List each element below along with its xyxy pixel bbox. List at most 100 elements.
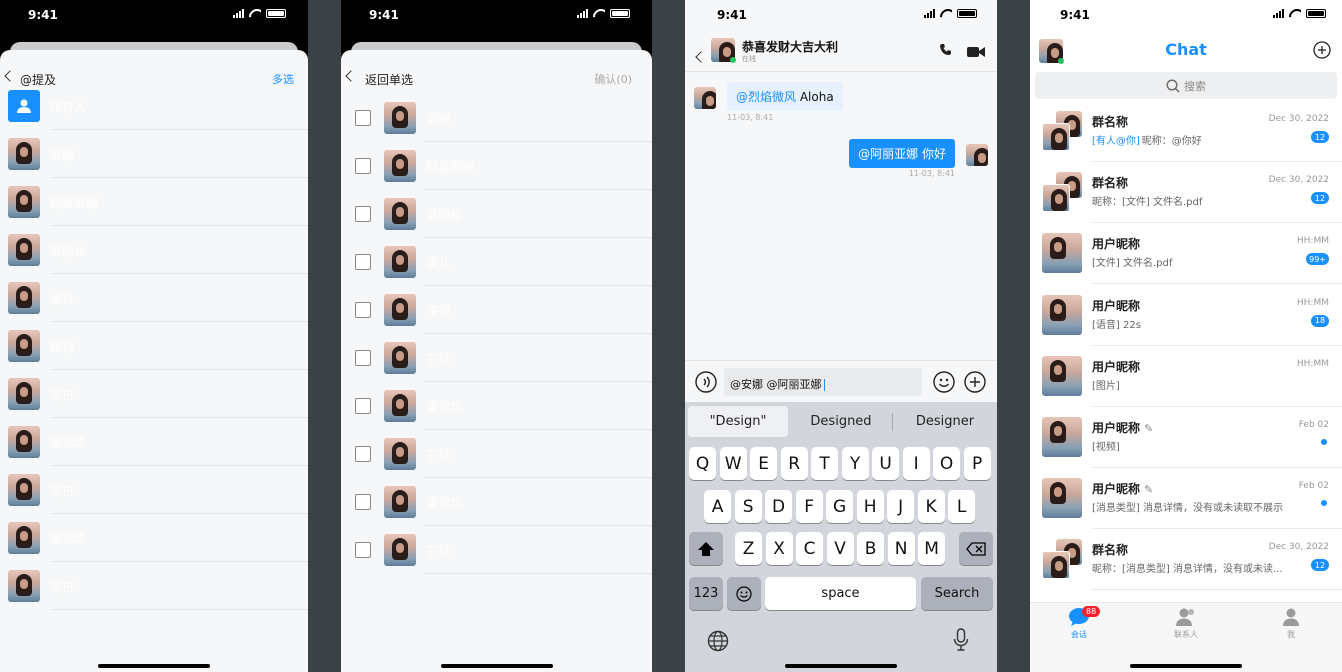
key-k[interactable]: K [917, 490, 945, 523]
emoji-key[interactable] [727, 577, 761, 610]
member-check-item[interactable]: 艾拉 [355, 334, 652, 382]
key-v[interactable]: V [826, 532, 854, 565]
member-item[interactable]: 安娜 [8, 130, 308, 178]
conversation-item[interactable]: 用户昵称 ✎ [视频] Feb 02 [1030, 407, 1342, 468]
conversation-item[interactable]: 用户昵称 [文件] 文件名.pdf HH:MM 99+ [1030, 223, 1342, 285]
checkbox[interactable] [355, 350, 371, 366]
suggestion-2[interactable]: Designed [789, 414, 893, 429]
member-check-item[interactable]: 安娜 [355, 94, 652, 142]
conversation-item[interactable]: 群名称 昵称：[消息类型] 消息详情，没有或未读... Dec 30, 2022 12 [1030, 529, 1342, 591]
checkbox[interactable] [355, 206, 371, 222]
all-members-item[interactable]: 所有人 [8, 82, 308, 130]
my-avatar[interactable] [966, 144, 988, 166]
key-r[interactable]: R [780, 447, 808, 480]
key-m[interactable]: M [918, 532, 946, 565]
key-z[interactable]: Z [735, 532, 763, 565]
checkbox[interactable] [355, 254, 371, 270]
conversation-item[interactable]: 群名称 [有人@你] 昵称：@你好 Dec 30, 2022 12 [1030, 101, 1342, 162]
key-s[interactable]: S [734, 490, 762, 523]
conversation-item[interactable]: 用户昵称 [语音] 22s HH:MM 18 [1030, 285, 1342, 346]
member-item[interactable]: 艾拉 [8, 370, 308, 418]
key-p[interactable]: P [963, 447, 991, 480]
member-check-item[interactable]: 阿里亚娜 [355, 142, 652, 190]
member-item[interactable]: 艾拉 [8, 562, 308, 610]
key-e[interactable]: E [750, 447, 778, 480]
search-key[interactable]: Search [921, 577, 993, 610]
member-check-item[interactable]: 爱丽丝 [355, 190, 652, 238]
key-x[interactable]: X [765, 532, 793, 565]
add-icon[interactable] [1313, 41, 1331, 63]
key-a[interactable]: A [704, 490, 732, 523]
member-check-item[interactable]: 爱德华 [355, 382, 652, 430]
key-g[interactable]: G [826, 490, 854, 523]
checkbox[interactable] [355, 446, 371, 462]
member-item[interactable]: 爱德华 [8, 418, 308, 466]
key-f[interactable]: F [795, 490, 823, 523]
checkbox[interactable] [355, 302, 371, 318]
member-check-item[interactable]: 波儿 [355, 238, 652, 286]
member-check-item[interactable]: 爱德华 [355, 478, 652, 526]
sender-avatar[interactable] [694, 87, 716, 109]
member-item[interactable]: 爱丽丝 [8, 226, 308, 274]
key-t[interactable]: T [811, 447, 839, 480]
delete-key[interactable] [959, 532, 993, 565]
numbers-key[interactable]: 123 [689, 577, 723, 610]
message-input[interactable]: @安娜 @阿丽亚娜 [724, 368, 922, 396]
back-icon[interactable] [695, 46, 707, 65]
suggestion-3[interactable]: Designer [893, 414, 997, 429]
member-item[interactable]: 保禄 [8, 322, 308, 370]
incoming-message[interactable]: @烈焰微风 Aloha [727, 82, 843, 111]
member-item[interactable]: 爱德华 [8, 514, 308, 562]
outgoing-message[interactable]: @阿丽亚娜 你好 [849, 139, 955, 168]
key-h[interactable]: H [856, 490, 884, 523]
tab-contacts[interactable]: 联系人 [1156, 607, 1216, 640]
mention-link[interactable]: @烈焰微风 [736, 90, 796, 104]
member-item[interactable]: 艾拉 [8, 466, 308, 514]
key-u[interactable]: U [872, 447, 900, 480]
confirm-button[interactable]: 确认(0) [594, 71, 632, 87]
search-bar[interactable]: 搜索 [1035, 72, 1337, 99]
key-c[interactable]: C [796, 532, 824, 565]
key-y[interactable]: Y [841, 447, 869, 480]
checkbox[interactable] [355, 110, 371, 126]
key-o[interactable]: O [933, 447, 961, 480]
checkbox[interactable] [355, 494, 371, 510]
video-icon[interactable] [967, 43, 985, 62]
back-single-select[interactable]: 返回单选 [365, 71, 413, 88]
key-i[interactable]: I [902, 447, 930, 480]
message-time: 11-03, 8:41 [908, 169, 955, 178]
member-item[interactable]: 阿里亚娜 [8, 178, 308, 226]
member-check-item[interactable]: 艾拉 [355, 526, 652, 574]
space-key[interactable]: space [765, 577, 916, 610]
key-n[interactable]: N [887, 532, 915, 565]
home-indicator [440, 664, 553, 668]
conversation-item[interactable]: 用户昵称 [图片] HH:MM [1030, 346, 1342, 407]
checkbox[interactable] [355, 398, 371, 414]
phone-icon[interactable] [939, 42, 953, 61]
avatar [1042, 355, 1082, 396]
microphone-icon[interactable] [953, 628, 969, 656]
member-check-item[interactable]: 保禄 [355, 286, 652, 334]
checkbox[interactable] [355, 158, 371, 174]
emoji-icon[interactable] [933, 371, 955, 397]
member-name: 波儿 [426, 255, 451, 270]
checkbox[interactable] [355, 542, 371, 558]
key-l[interactable]: L [948, 490, 976, 523]
key-j[interactable]: J [887, 490, 915, 523]
member-item[interactable]: 波儿 [8, 274, 308, 322]
key-q[interactable]: Q [689, 447, 717, 480]
member-check-item[interactable]: 艾拉 [355, 430, 652, 478]
suggestion-1[interactable]: "Design" [688, 414, 788, 429]
key-d[interactable]: D [765, 490, 793, 523]
plus-icon[interactable] [964, 371, 986, 397]
tab-conversations[interactable]: 会话 88 [1049, 606, 1109, 640]
globe-icon[interactable] [707, 630, 729, 656]
key-b[interactable]: B [857, 532, 885, 565]
back-icon[interactable] [345, 69, 357, 84]
conversation-item[interactable]: 用户昵称 ✎ [消息类型] 消息详情，没有或未读取不展示 Feb 02 [1030, 468, 1342, 530]
key-w[interactable]: W [719, 447, 747, 480]
tab-me[interactable]: 我 [1261, 607, 1321, 640]
shift-key[interactable] [689, 532, 723, 565]
voice-icon[interactable] [695, 371, 717, 397]
conversation-item[interactable]: 群名称 昵称：[文件] 文件名.pdf Dec 30, 2022 12 [1030, 162, 1342, 224]
